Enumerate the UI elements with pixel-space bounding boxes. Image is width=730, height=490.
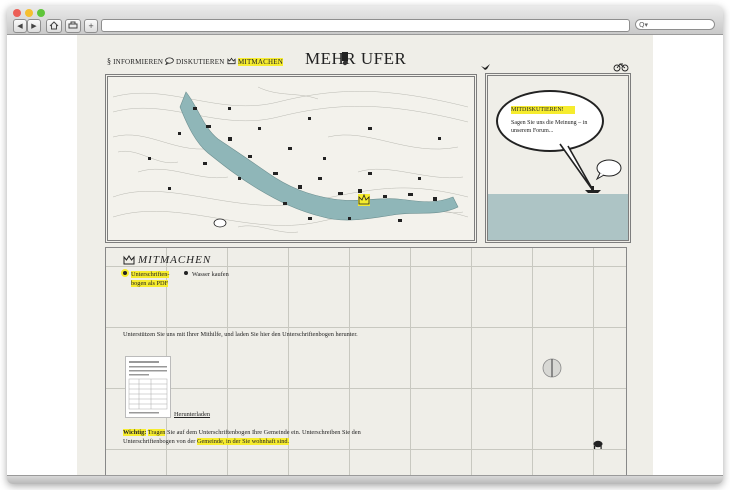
nav-informieren[interactable]: § INFORMIEREN	[107, 57, 163, 66]
nav-mitmachen[interactable]: MITMACHEN	[227, 57, 283, 66]
lantern-icon	[342, 52, 348, 66]
important-note: Wichtig: Tragen Sie auf dem Unterschrift…	[123, 428, 363, 446]
browser-toolbar: ◀ ▶ + Q▾	[7, 6, 723, 35]
zoom-window-button[interactable]	[37, 9, 45, 17]
forward-button[interactable]: ▶	[27, 19, 41, 33]
search-field[interactable]: Q▾	[635, 19, 715, 30]
address-bar[interactable]	[101, 19, 630, 32]
home-button[interactable]	[46, 19, 62, 33]
note-part1: Tragen	[147, 429, 166, 436]
intro-text: Unterstützen Sie uns mit Ihrer Mithilfe,…	[123, 331, 358, 338]
back-button[interactable]: ◀	[13, 19, 27, 33]
small-speech-bubble-icon	[595, 159, 622, 181]
forum-text: Sagen Sie uns die Meinung – in unserem F…	[511, 120, 588, 134]
grid-knob-icon	[542, 358, 562, 378]
animal-icon	[593, 440, 603, 449]
option-wasser-kaufen-label: Wasser kaufen	[192, 271, 229, 278]
option-wasser-kaufen[interactable]: Wasser kaufen	[184, 270, 229, 279]
nav-diskutieren[interactable]: DISKUTIEREN	[165, 57, 224, 66]
page-content: § INFORMIEREN DISKUTIEREN MITMACHEN MEHR…	[77, 35, 653, 477]
print-icon	[68, 21, 78, 29]
minimize-window-button[interactable]	[25, 9, 33, 17]
mitmachen-section: MITMACHEN Unterschriften- bogen als PDF …	[105, 247, 627, 477]
bullet-dot-icon	[184, 271, 188, 275]
forum-title: MITDISKUTIEREN!	[511, 106, 575, 114]
window-statusbar	[7, 475, 723, 484]
nav-diskutieren-label: DISKUTIEREN	[176, 58, 225, 66]
site-logo[interactable]: MEHR UFER	[305, 49, 406, 69]
mitmachen-heading: MITMACHEN	[138, 254, 212, 266]
add-bookmark-button[interactable]: +	[84, 19, 98, 33]
option-unterschriftenbogen-line2: bogen als PDF	[131, 280, 169, 287]
nav-informieren-label: INFORMIEREN	[113, 58, 164, 66]
option-unterschriftenbogen[interactable]: Unterschriften- bogen als PDF	[123, 270, 170, 288]
paragraph-icon: §	[107, 57, 112, 66]
lake-map[interactable]	[105, 74, 477, 243]
nav-mitmachen-label: MITMACHEN	[238, 58, 283, 66]
note-part3: Gemeinde, in der Sie wohnhaft sind.	[196, 438, 290, 445]
bird-icon	[481, 64, 490, 70]
option-unterschriftenbogen-line1: Unterschriften-	[131, 271, 170, 278]
close-window-button[interactable]	[13, 9, 21, 17]
download-link[interactable]: Herunterladen	[174, 410, 210, 419]
boat-icon	[585, 186, 601, 193]
bicycle-icon	[613, 63, 629, 72]
print-button[interactable]	[65, 19, 81, 33]
bullet-dot-icon	[123, 271, 127, 275]
lake-map-drawing	[112, 86, 469, 233]
form-thumbnail[interactable]	[125, 356, 171, 418]
crown-icon	[123, 255, 135, 265]
home-icon	[49, 21, 59, 30]
forum-teaser[interactable]: MITDISKUTIEREN! Sagen Sie uns die Meinun…	[485, 73, 631, 243]
speech-bubble-icon	[165, 57, 174, 65]
browser-window: ◀ ▶ + Q▾ § INFORMIEREN DISKUTIEREN MITMA…	[7, 6, 723, 484]
crown-icon	[227, 57, 236, 65]
forum-text-block: MITDISKUTIEREN! Sagen Sie uns die Meinun…	[511, 106, 591, 135]
page-viewport: § INFORMIEREN DISKUTIEREN MITMACHEN MEHR…	[7, 35, 723, 477]
note-label: Wichtig:	[123, 429, 147, 436]
